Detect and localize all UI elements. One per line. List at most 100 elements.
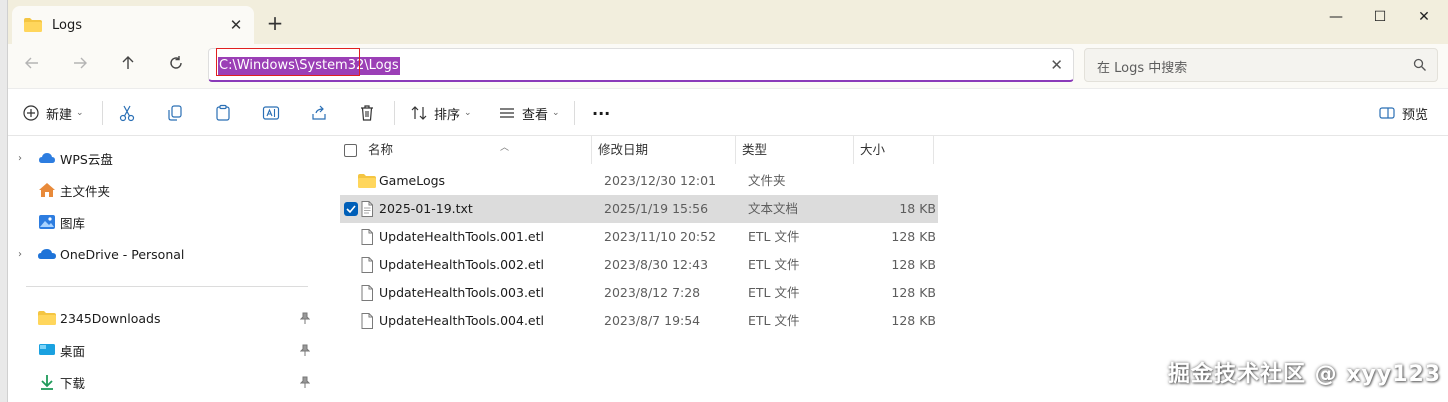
file-row[interactable]: UpdateHealthTools.004.etl 2023/8/7 19:54 E… (340, 307, 938, 335)
row-checkbox[interactable] (344, 202, 358, 216)
address-row: C:\Windows\System32\Logs ✕ 在 Logs 中搜索 (8, 44, 1448, 88)
nav-item-onedrive[interactable]: › OneDrive - Personal (8, 239, 324, 269)
share-button[interactable] (310, 101, 328, 125)
file-modified: 2023/8/12 7:28 (604, 285, 701, 300)
pin-icon (300, 376, 310, 388)
chevron-down-icon: ⌄ (76, 108, 84, 118)
trash-icon (361, 105, 373, 121)
file-type: 文件夹 (748, 173, 786, 188)
preview-label: 预览 (1402, 107, 1429, 123)
view-button[interactable]: 查看 ⌄ (498, 101, 560, 125)
divider (574, 101, 575, 125)
address-path[interactable]: C:\Windows\System32\Logs (218, 57, 400, 75)
cut-button[interactable] (118, 101, 136, 125)
sort-icon (411, 106, 427, 120)
file-name: UpdateHealthTools.004.etl (379, 313, 544, 328)
forward-button[interactable] (66, 52, 94, 80)
file-icon (361, 229, 373, 245)
sort-button[interactable]: 排序 ⌄ (410, 101, 472, 125)
nav-item-label: 下载 (60, 375, 86, 391)
file-size (856, 167, 936, 195)
chevron-right-icon[interactable]: › (18, 249, 22, 260)
file-modified: 2023/8/30 12:43 (604, 257, 709, 272)
file-size: 128 KB (891, 229, 936, 244)
clear-address-icon[interactable]: ✕ (1050, 56, 1063, 74)
file-name: 2025-01-19.txt (379, 201, 473, 216)
command-bar: 新建 ⌄ 排序 ⌄ 查看 ⌄ ··· 预览 (8, 88, 1448, 136)
file-name: UpdateHealthTools.003.etl (379, 285, 544, 300)
file-row[interactable]: UpdateHealthTools.001.etl 2023/11/10 20:5… (340, 223, 938, 251)
plus-circle-icon (23, 105, 39, 121)
pin-icon (300, 344, 310, 356)
arrow-right-icon (74, 57, 87, 69)
nav-item-label: 2345Downloads (60, 310, 161, 326)
file-type: ETL 文件 (748, 257, 800, 272)
file-row[interactable]: 2025-01-19.txt 2025/1/19 15:56 文本文档 18 KB (340, 195, 938, 223)
file-icon (361, 313, 373, 329)
close-window-button[interactable]: ✕ (1402, 6, 1446, 28)
home-icon (39, 183, 55, 197)
file-modified: 2023/11/10 20:52 (604, 229, 717, 244)
file-type: 文本文档 (748, 201, 799, 216)
delete-button[interactable] (358, 101, 376, 125)
search-box[interactable]: 在 Logs 中搜索 (1084, 48, 1438, 82)
nav-item-downloads[interactable]: 下载 (8, 367, 324, 397)
file-size: 128 KB (891, 285, 936, 300)
column-header-size[interactable]: 大小 (854, 136, 934, 164)
file-modified: 2025/1/19 15:56 (604, 201, 709, 216)
file-name: UpdateHealthTools.002.etl (379, 257, 544, 272)
minimize-button[interactable]: — (1314, 6, 1358, 28)
file-icon (361, 285, 373, 301)
rename-button[interactable] (262, 101, 280, 125)
view-label: 查看 (522, 107, 549, 123)
search-icon[interactable] (1413, 58, 1427, 72)
paste-button[interactable] (214, 101, 232, 125)
chevron-right-icon[interactable]: › (18, 153, 22, 164)
nav-item-label: 主文件夹 (60, 183, 111, 199)
address-bar[interactable]: C:\Windows\System32\Logs ✕ (208, 48, 1074, 82)
back-button[interactable] (18, 52, 46, 80)
column-header-modified[interactable]: 修改日期 (592, 136, 736, 164)
maximize-button[interactable]: ☐ (1358, 6, 1402, 28)
file-row[interactable]: GameLogs 2023/12/30 12:01 文件夹 (340, 167, 938, 195)
nav-item-label: 桌面 (60, 343, 86, 359)
nav-item-home[interactable]: 主文件夹 (8, 175, 324, 205)
nav-item-gallery[interactable]: 图库 (8, 207, 324, 237)
checkmark-icon (346, 205, 356, 214)
preview-button[interactable]: 预览 (1378, 101, 1428, 125)
file-row[interactable]: UpdateHealthTools.002.etl 2023/8/30 12:43… (340, 251, 938, 279)
file-size: 128 KB (891, 257, 936, 272)
up-button[interactable] (114, 52, 142, 80)
chevron-down-icon: ⌄ (464, 108, 472, 118)
new-button[interactable]: 新建 ⌄ (22, 101, 84, 125)
copy-button[interactable] (166, 101, 184, 125)
download-icon (41, 375, 53, 390)
divider (102, 101, 103, 125)
rename-icon (262, 106, 280, 120)
file-row[interactable]: UpdateHealthTools.003.etl 2023/8/12 7:28 E… (340, 279, 938, 307)
file-modified: 2023/12/30 12:01 (604, 173, 717, 188)
file-type: ETL 文件 (748, 229, 800, 244)
nav-item-wps-cloud[interactable]: › WPS云盘 (8, 143, 324, 173)
file-explorer-window: Logs ✕ + — ☐ ✕ C:\Windows\System32\Logs … (8, 0, 1448, 402)
refresh-button[interactable] (162, 52, 190, 80)
arrow-left-icon (25, 57, 38, 69)
more-options-button[interactable]: ··· (592, 101, 610, 125)
column-header-name[interactable]: ︿ 名称 (362, 136, 592, 164)
nav-item-desktop[interactable]: 桌面 (8, 335, 324, 365)
sort-ascending-icon: ︿ (500, 143, 510, 153)
nav-item-label: WPS云盘 (60, 151, 113, 167)
column-header-row: ︿ 名称 修改日期 类型 大小 (330, 136, 942, 164)
preview-pane-icon (1379, 107, 1395, 119)
folder-icon (38, 311, 56, 325)
clipboard-icon (216, 104, 230, 121)
new-tab-button[interactable]: + (264, 12, 286, 34)
nav-item-2345downloads[interactable]: 2345Downloads (8, 303, 324, 333)
navigation-pane: › WPS云盘 主文件夹 图库 › OneDrive - Personal 23… (8, 136, 324, 402)
divider (394, 101, 395, 125)
select-all-checkbox[interactable] (344, 144, 357, 157)
tab-logs[interactable]: Logs ✕ (12, 6, 254, 44)
search-input[interactable]: 在 Logs 中搜索 (1097, 57, 1187, 76)
column-header-type[interactable]: 类型 (736, 136, 854, 164)
tab-close-icon[interactable]: ✕ (226, 15, 246, 35)
